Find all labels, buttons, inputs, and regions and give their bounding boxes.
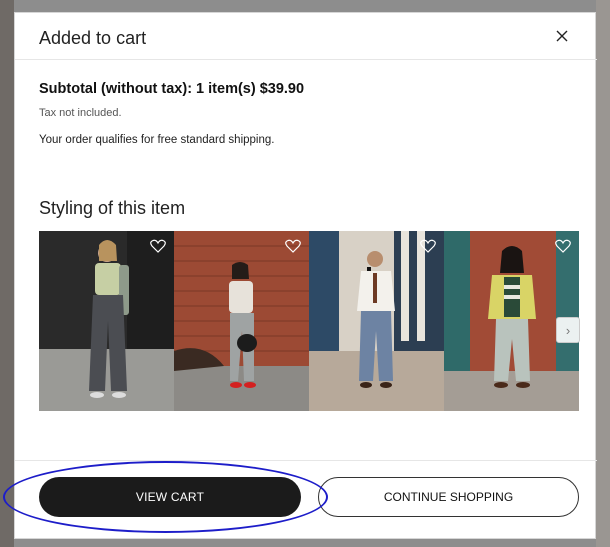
view-cart-button[interactable]: VIEW CART (39, 477, 301, 517)
background-page-left (0, 0, 14, 547)
background-page-right (596, 0, 610, 547)
added-to-cart-modal: Added to cart Subtotal (without tax): 1 … (14, 12, 597, 539)
modal-header: Added to cart (15, 13, 597, 60)
modal-title: Added to cart (39, 28, 147, 48)
styling-photo-2[interactable] (174, 231, 309, 411)
styling-section-title: Styling of this item (39, 198, 186, 218)
continue-shopping-button[interactable]: CONTINUE SHOPPING (318, 477, 579, 517)
carousel-next-button[interactable]: › (556, 317, 580, 343)
styling-carousel (39, 231, 579, 411)
heart-icon[interactable] (555, 239, 571, 253)
close-button[interactable] (551, 25, 573, 47)
shipping-note: Your order qualifies for free standard s… (39, 134, 275, 146)
chevron-right-icon: › (565, 322, 571, 338)
heart-icon[interactable] (150, 239, 166, 253)
close-icon (556, 30, 568, 42)
tax-note: Tax not included. (39, 107, 122, 119)
cart-subtotal: Subtotal (without tax): 1 item(s) $39.90 (39, 81, 305, 97)
styling-photo-3[interactable] (309, 231, 444, 411)
styling-photo-1[interactable] (39, 231, 174, 411)
heart-icon[interactable] (420, 239, 436, 253)
heart-icon[interactable] (285, 239, 301, 253)
